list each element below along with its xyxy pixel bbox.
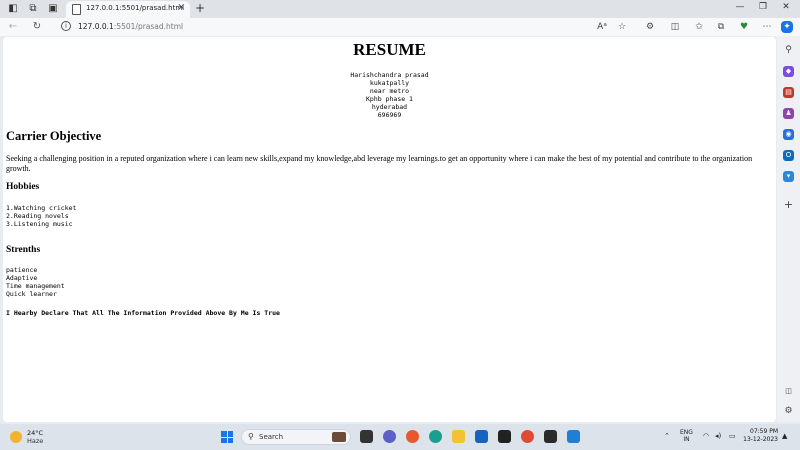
extensions-icon[interactable]: ⚙ [643, 20, 657, 34]
task-view-icon[interactable] [360, 430, 373, 443]
drop-icon[interactable]: ▾ [783, 171, 794, 182]
url-host: 127.0.0.1 [78, 22, 114, 31]
settings-gear-icon[interactable]: ⚙ [783, 406, 794, 417]
weather-condition[interactable]: Haze [27, 437, 43, 445]
list-item: Quick learner [6, 290, 57, 298]
address-line: kukatpally [369, 79, 410, 87]
tab-active[interactable]: 127.0.0.1:5501/prasad.html ✕ [66, 1, 190, 18]
copilot-icon[interactable]: ✦ [781, 21, 793, 33]
terminal-icon[interactable] [544, 430, 557, 443]
profile-icon[interactable]: ◧ [6, 2, 20, 16]
browser-essentials-icon[interactable]: ♥ [737, 20, 751, 34]
clock-date: 13-12-2023 [743, 436, 778, 443]
tab-close-icon[interactable]: ✕ [177, 3, 185, 13]
windows-taskbar: 24°C Haze ⚲ Search ⌃ ENG IN ◠ ◂) ▭ 07:59… [0, 424, 800, 450]
site-info-icon[interactable]: i [61, 21, 71, 31]
region-code: IN [683, 436, 690, 443]
tools-icon[interactable]: ▤ [783, 87, 794, 98]
chat-icon[interactable] [383, 430, 396, 443]
close-window-button[interactable]: ✕ [776, 2, 796, 12]
sidebar-layout-icon[interactable]: ◫ [783, 386, 794, 397]
more-menu-icon[interactable]: ⋯ [760, 20, 774, 34]
list-item: Time management [6, 282, 65, 290]
system-clock[interactable]: 07:59 PM 13-12-2023 [740, 428, 778, 444]
strengths-list: patience Adaptive Time management Quick … [6, 266, 65, 298]
address-line: Harishchandra prasad [350, 71, 429, 79]
list-item: 1.Watching cricket [6, 204, 77, 212]
file-explorer-icon[interactable] [452, 430, 465, 443]
new-tab-button[interactable]: + [195, 1, 205, 15]
tab-title: 127.0.0.1:5501/prasad.html [86, 4, 185, 12]
collections-icon[interactable]: ⧉ [714, 20, 728, 34]
windows-start-icon[interactable] [221, 431, 233, 443]
microsoft-365-icon[interactable]: ◉ [783, 129, 794, 140]
edge-sidebar: ⚲ ◆ ▤ ♟ ◉ O ▾ + ◫ ⚙ [777, 36, 800, 422]
mail-icon[interactable] [475, 430, 488, 443]
strengths-heading: Strenths [6, 245, 41, 255]
notifications-bell-icon[interactable]: ▲ [782, 432, 787, 440]
url-text[interactable]: 127.0.0.1:5501/prasad.html [78, 22, 183, 31]
vscode-icon[interactable] [567, 430, 580, 443]
split-screen-icon[interactable]: ◫ [668, 20, 682, 34]
back-arrow-icon[interactable]: ← [6, 20, 20, 34]
read-aloud-icon[interactable]: Aᵃ [595, 20, 609, 34]
list-item: patience [6, 266, 38, 274]
minimize-button[interactable]: — [730, 2, 750, 12]
search-icon: ⚲ [248, 432, 254, 441]
browser-toolbar: ← ↻ i 127.0.0.1:5501/prasad.html Aᵃ ☆ ⚙ … [0, 18, 800, 36]
tab-actions-icon[interactable]: ▣ [46, 2, 60, 16]
hobbies-heading: Hobbies [6, 182, 40, 192]
address-block: Harishchandra prasad kukatpally near met… [3, 71, 776, 119]
wifi-icon[interactable]: ◠ [703, 432, 709, 440]
page-title: RESUME [353, 40, 426, 59]
list-item: Adaptive [6, 274, 38, 282]
address-line: hyderabad [371, 103, 408, 111]
edge-icon[interactable] [429, 430, 442, 443]
url-path: :5501/prasad.html [113, 22, 184, 31]
objective-text: Seeking a challenging position in a repu… [6, 154, 753, 173]
page-viewport: RESUME Harishchandra prasad kukatpally n… [3, 37, 776, 422]
favorites-icon[interactable]: ✩ [692, 20, 706, 34]
github-icon[interactable] [498, 430, 511, 443]
battery-icon[interactable]: ▭ [729, 432, 736, 440]
refresh-icon[interactable]: ↻ [30, 20, 44, 34]
workspaces-icon[interactable]: ⧉ [26, 2, 40, 16]
shopping-tag-icon[interactable]: ◆ [783, 66, 794, 77]
address-bar[interactable]: i 127.0.0.1:5501/prasad.html [55, 19, 635, 35]
show-hidden-icons-icon[interactable]: ⌃ [664, 432, 670, 440]
language-code: ENG [680, 429, 693, 436]
favorite-star-icon[interactable]: ☆ [615, 20, 629, 34]
volume-icon[interactable]: ◂) [715, 432, 721, 440]
language-indicator[interactable]: ENG IN [680, 429, 693, 443]
tab-bar: ◧ ⧉ ▣ 127.0.0.1:5501/prasad.html ✕ + — ❐… [0, 0, 800, 18]
list-item: 3.Listening music [6, 220, 73, 228]
taskbar-search-box[interactable]: ⚲ Search [241, 429, 351, 445]
maximize-button[interactable]: ❐ [753, 2, 773, 12]
address-line: Kphb phase 1 [366, 95, 413, 103]
clock-time: 07:59 PM [750, 428, 778, 435]
objective-heading: Carrier Objective [6, 129, 102, 143]
address-line: 696969 [377, 111, 402, 119]
address-line: near metro [369, 87, 410, 95]
weather-temperature[interactable]: 24°C [27, 429, 43, 437]
chrome-icon[interactable] [521, 430, 534, 443]
search-label: Search [259, 433, 284, 441]
add-sidebar-app-icon[interactable]: + [783, 199, 794, 210]
declaration-text: I Hearby Declare That All The Informatio… [6, 309, 280, 317]
page-favicon-icon [72, 4, 81, 15]
hobbies-list: 1.Watching cricket 2.Reading novels 3.Li… [6, 204, 76, 228]
games-icon[interactable]: ♟ [783, 108, 794, 119]
outlook-icon[interactable]: O [783, 150, 794, 161]
list-item: 2.Reading novels [6, 212, 69, 220]
search-icon[interactable]: ⚲ [783, 45, 794, 56]
search-highlight-icon [332, 432, 346, 442]
firefox-icon[interactable] [406, 430, 419, 443]
weather-sun-icon[interactable] [10, 431, 22, 443]
